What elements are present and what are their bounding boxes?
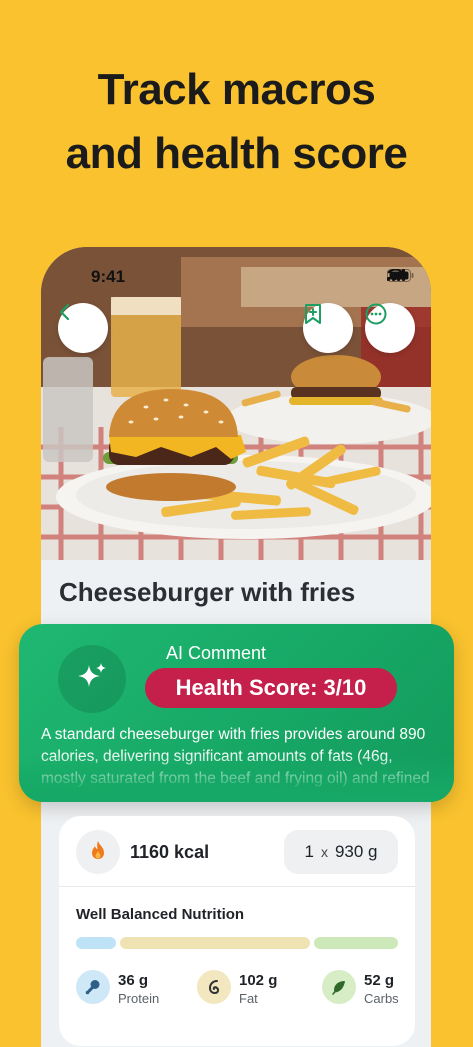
back-button[interactable] xyxy=(58,303,108,353)
headline-line-2: and health score xyxy=(65,129,408,178)
headline: Track macros and health score xyxy=(0,58,473,186)
ai-comment-fade xyxy=(19,752,454,802)
status-bar: 9:41 xyxy=(41,247,431,307)
food-title: Cheeseburger with fries xyxy=(59,577,356,607)
calories-row: 1160 kcal 1 x 930 g xyxy=(59,816,415,887)
headline-line-1: Track macros xyxy=(97,65,376,114)
carbs-bar xyxy=(314,937,398,949)
sparkle-badge xyxy=(58,645,126,713)
bookmark-button[interactable] xyxy=(303,303,353,353)
flame-badge xyxy=(76,830,120,874)
carbs-icon xyxy=(322,970,356,1004)
fat-bar xyxy=(120,937,310,949)
protein-icon xyxy=(76,970,110,1004)
ai-comment-label: AI Comment xyxy=(166,643,267,663)
fat-value: 102 g xyxy=(239,972,278,989)
nutrition-card: 1160 kcal 1 x 930 g Well Balanced Nutrit… xyxy=(59,816,415,1046)
fat-label: Fat xyxy=(239,991,258,1006)
protein-value: 36 g xyxy=(118,972,149,989)
flame-icon xyxy=(90,840,106,865)
health-score-badge: Health Score: 3/10 xyxy=(145,668,397,708)
calories-value: 1160 kcal xyxy=(130,842,210,862)
sparkle-icon xyxy=(75,660,109,699)
nutrition-heading: Well Balanced Nutrition xyxy=(76,906,245,923)
serving-selector[interactable]: 1 x 930 g xyxy=(284,830,398,874)
food-photo: 9:41 xyxy=(41,247,431,560)
ai-comment-card: AI Comment Health Score: 3/10 A standard… xyxy=(19,624,454,802)
carbs-value: 52 g xyxy=(364,972,395,989)
serving-weight: 930 g xyxy=(334,842,378,861)
protein-bar xyxy=(76,937,116,949)
fat-icon xyxy=(197,970,231,1004)
carbs-label: Carbs xyxy=(364,991,399,1006)
status-time: 9:41 xyxy=(91,267,126,286)
more-button[interactable] xyxy=(365,303,415,353)
protein-label: Protein xyxy=(118,991,160,1006)
serving-count: 1 xyxy=(304,842,314,861)
serving-multiplier: x xyxy=(320,844,328,860)
